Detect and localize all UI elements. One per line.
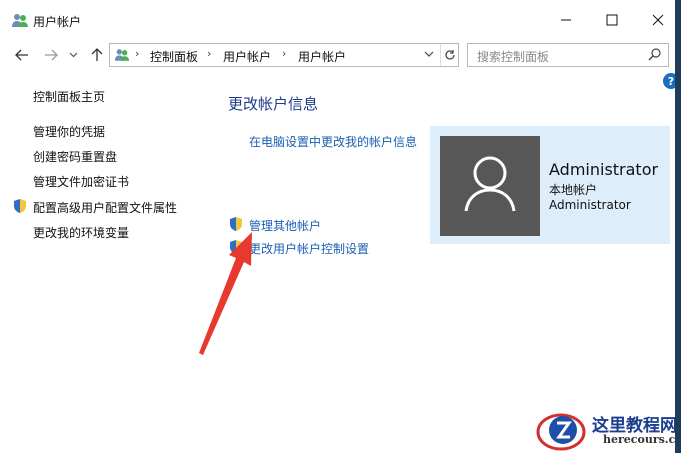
sidebar-item-file-encryption-certs[interactable]: 管理文件加密证书: [33, 173, 129, 190]
breadcrumb-separator: ›: [207, 47, 212, 60]
refresh-button[interactable]: [440, 44, 459, 66]
minimize-button[interactable]: [543, 0, 589, 40]
back-button[interactable]: [11, 44, 33, 66]
address-bar[interactable]: › 控制面板 › 用户帐户 › 用户帐户: [109, 43, 459, 67]
account-card: Administrator 本地帐户 Administrator: [430, 126, 670, 244]
pc-settings-link[interactable]: 在电脑设置中更改我的帐户信息: [249, 134, 419, 151]
avatar[interactable]: [440, 136, 540, 236]
sidebar-item-manage-credentials[interactable]: 管理你的凭据: [33, 123, 105, 140]
desktop-edge: [675, 0, 681, 453]
close-icon: [652, 14, 664, 26]
account-type: 本地帐户: [549, 183, 598, 197]
uac-shield-icon: [230, 217, 242, 231]
arrow-left-icon: [15, 49, 28, 61]
address-dropdown-button[interactable]: [424, 46, 434, 65]
sidebar-item-advanced-profile-properties[interactable]: 配置高级用户配置文件属性: [33, 199, 177, 216]
watermark-url: herecours.com: [603, 433, 681, 446]
window-title: 用户帐户: [33, 15, 82, 29]
chevron-down-icon: [424, 51, 434, 57]
breadcrumb-separator: ›: [135, 47, 140, 60]
watermark-logo: [536, 413, 586, 451]
breadcrumb-control-panel[interactable]: 控制面板: [150, 48, 198, 65]
search-placeholder: 搜索控制面板: [477, 50, 550, 64]
uac-shield-icon: [14, 199, 26, 213]
minimize-icon: [561, 19, 571, 21]
refresh-icon: [445, 50, 455, 60]
up-button[interactable]: [86, 44, 108, 66]
page-title: 更改帐户信息: [228, 95, 319, 113]
arrow-right-icon: [45, 49, 58, 61]
breadcrumb-user-accounts-current[interactable]: 用户帐户: [298, 48, 346, 65]
breadcrumb-separator: ›: [282, 47, 287, 60]
account-name: Administrator: [549, 160, 659, 179]
search-icon: [648, 48, 661, 61]
navigation-bar: › 控制面板 › 用户帐户 › 用户帐户 搜索控制面板: [0, 40, 681, 70]
users-icon: [114, 49, 130, 61]
sidebar-item-environment-variables[interactable]: 更改我的环境变量: [33, 224, 129, 241]
recent-locations-button[interactable]: [66, 44, 80, 66]
sidebar-item-control-panel-home[interactable]: 控制面板主页: [33, 88, 105, 105]
uac-shield-icon: [230, 240, 242, 254]
user-icon: [464, 156, 516, 212]
users-icon: [12, 14, 28, 27]
title-bar: 用户帐户: [0, 0, 681, 40]
manage-other-accounts-link[interactable]: 管理其他帐户: [249, 217, 321, 234]
forward-button[interactable]: [40, 44, 62, 66]
account-group: Administrator: [549, 198, 631, 212]
maximize-icon: [606, 14, 618, 26]
uac-settings-link[interactable]: 更改用户帐户控制设置: [249, 240, 369, 257]
maximize-button[interactable]: [589, 0, 635, 40]
arrow-up-icon: [91, 48, 103, 61]
chevron-down-icon: [69, 52, 77, 58]
breadcrumb-user-accounts[interactable]: 用户帐户: [223, 48, 271, 65]
search-input[interactable]: 搜索控制面板: [467, 43, 669, 67]
sidebar-item-create-reset-disk[interactable]: 创建密码重置盘: [33, 148, 117, 165]
